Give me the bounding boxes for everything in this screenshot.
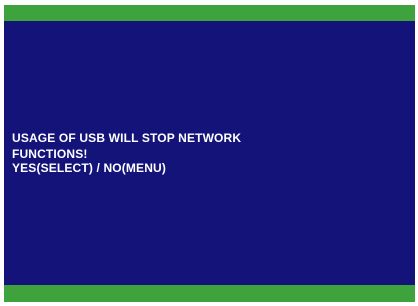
top-status-bar (4, 5, 415, 21)
warning-text: USAGE OF USB WILL STOP NETWORK FUNCTIONS… (12, 131, 242, 161)
bottom-status-bar (4, 285, 415, 302)
confirm-options-text: YES(SELECT) / NO(MENU) (12, 161, 166, 175)
usb-warning-dialog: USAGE OF USB WILL STOP NETWORK FUNCTIONS… (12, 130, 407, 175)
osd-screen: USAGE OF USB WILL STOP NETWORK FUNCTIONS… (4, 5, 415, 302)
